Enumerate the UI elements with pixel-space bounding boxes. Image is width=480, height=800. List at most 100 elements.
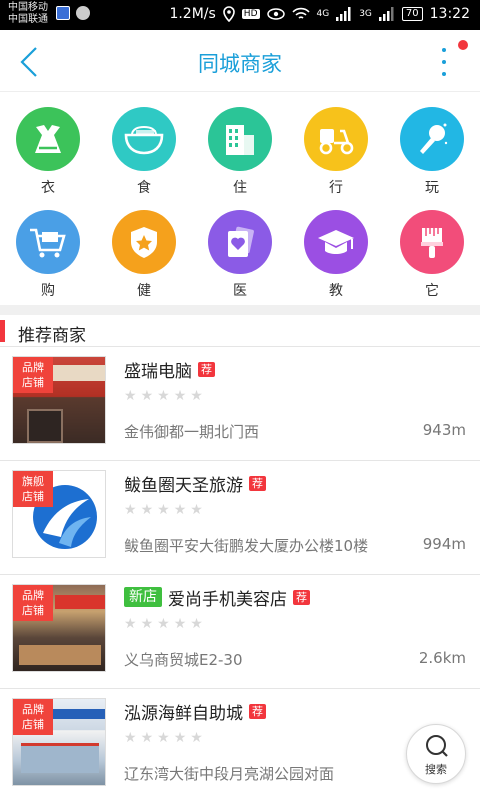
network-4g-label: 4G: [316, 9, 330, 19]
star-icon: ★: [157, 388, 170, 404]
app-notification-icon: [56, 6, 70, 20]
network-3g-label: 3G: [359, 9, 372, 19]
star-icon: ★: [190, 616, 203, 632]
category-travel[interactable]: 行: [288, 93, 384, 196]
star-icon: ★: [140, 502, 154, 518]
star-icon: ★: [190, 502, 203, 518]
new-store-badge: 新店: [124, 587, 162, 607]
category-food[interactable]: 食: [96, 93, 192, 196]
category-label: 教: [329, 283, 343, 299]
category-clothing[interactable]: 衣: [0, 93, 96, 196]
merchant-address: 辽东湾大街中段月亮湖公园对面: [124, 765, 335, 783]
card-heart-icon: [208, 210, 272, 274]
merchant-thumbnail: 品牌 店铺: [12, 356, 106, 444]
storefront-sign: [53, 709, 105, 719]
rating-stars: ★ ★ ★ ★ ★: [124, 503, 203, 517]
status-bar: 中国移动 中国联通 1.2M/s HD 4G 3G 70 13:22: [0, 0, 480, 30]
star-icon: ★: [173, 616, 187, 632]
merchant-item[interactable]: 品牌 店铺 新店 爱尚手机美容店 荐 ★ ★ ★ ★ ★ 义乌商贸城E2-30 …: [0, 574, 480, 688]
merchant-thumbnail: 品牌 店铺: [12, 698, 106, 786]
category-label: 住: [233, 180, 247, 196]
hd-icon: HD: [241, 9, 260, 19]
merchant-name: 盛瑞电脑: [124, 361, 192, 382]
category-health[interactable]: 健: [96, 196, 192, 299]
category-label: 衣: [41, 180, 55, 196]
section-header: 推荐商家: [0, 315, 480, 347]
merchant-item[interactable]: 品牌 店铺 盛瑞电脑 荐 ★ ★ ★ ★ ★ 金伟御都一期北门西 943m: [0, 346, 480, 460]
star-icon: ★: [173, 388, 187, 404]
notification-dot: [458, 40, 468, 50]
storefront-window: [21, 743, 99, 773]
star-icon: ★: [140, 388, 154, 404]
category-medical[interactable]: 医: [192, 196, 288, 299]
graduation-cap-icon: [304, 210, 368, 274]
cart-icon: [16, 210, 80, 274]
signal-icon: [336, 7, 351, 21]
carrier-2: 中国联通: [8, 14, 48, 25]
battery-indicator: 70: [401, 7, 423, 21]
merchant-address: 鲅鱼圈平安大街鹏发大厦办公楼10楼: [124, 537, 369, 555]
page-title: 同城商家: [198, 52, 282, 76]
more-menu-button[interactable]: [430, 40, 468, 82]
section-title: 推荐商家: [18, 326, 86, 346]
category-label: 购: [41, 283, 55, 299]
location-icon: [222, 6, 235, 22]
category-other[interactable]: 它: [384, 196, 480, 299]
star-icon: ★: [140, 730, 154, 746]
storefront-sign: [53, 365, 105, 381]
title-bar: 同城商家: [0, 30, 480, 92]
notification-icons: [56, 6, 90, 20]
status-right: 1.2M/s HD 4G 3G 70 13:22: [169, 6, 470, 22]
recommend-badge: 荐: [249, 703, 266, 719]
star-icon: ★: [173, 502, 187, 518]
merchant-thumbnail: 品牌 店铺: [12, 584, 106, 672]
carrier-1: 中国移动: [8, 2, 48, 13]
star-icon: ★: [190, 730, 203, 746]
merchant-name: 泓源海鲜自助城: [124, 703, 243, 724]
recommend-badge: 荐: [249, 475, 266, 491]
category-entertainment[interactable]: 玩: [384, 93, 480, 196]
category-education[interactable]: 教: [288, 196, 384, 299]
star-icon: ★: [157, 502, 170, 518]
star-icon: ★: [173, 730, 187, 746]
merchant-name: 鲅鱼圈天圣旅游: [124, 475, 243, 496]
star-icon: ★: [140, 616, 154, 632]
category-label: 食: [137, 180, 151, 196]
eye-icon: [266, 8, 285, 20]
rating-stars: ★ ★ ★ ★ ★: [124, 617, 203, 631]
category-shopping[interactable]: 购: [0, 196, 96, 299]
star-icon: ★: [124, 730, 137, 746]
wechat-icon: [76, 6, 90, 20]
wifi-icon: [291, 7, 310, 19]
brush-icon: [400, 210, 464, 274]
star-icon: ★: [124, 502, 137, 518]
category-label: 健: [137, 283, 151, 299]
section-accent-bar: [0, 320, 5, 342]
merchant-address: 金伟御都一期北门西: [124, 423, 260, 441]
merchant-address: 义乌商贸城E2-30: [124, 651, 243, 669]
category-label: 玩: [425, 180, 439, 196]
search-label: 搜索: [425, 763, 447, 776]
star-icon: ★: [157, 730, 170, 746]
brand-badge: 品牌 店铺: [13, 585, 53, 621]
category-label: 行: [329, 180, 343, 196]
signal-icon-2: [378, 7, 394, 21]
merchant-distance: 943m: [422, 421, 466, 439]
building-icon: [208, 107, 272, 171]
search-icon: [426, 735, 448, 757]
storefront-door: [27, 409, 63, 443]
category-label: 医: [233, 283, 247, 299]
category-housing[interactable]: 住: [192, 93, 288, 196]
star-icon: ★: [124, 388, 137, 404]
category-label: 它: [425, 283, 439, 299]
merchant-name-row: 盛瑞电脑 荐: [124, 357, 215, 382]
merchant-item[interactable]: 旗舰 店铺 鲅鱼圈天圣旅游 荐 ★ ★ ★ ★ ★ 鲅鱼圈平安大街鹏发大厦办公楼…: [0, 460, 480, 574]
shield-star-icon: [112, 210, 176, 274]
carrier-info: 中国移动 中国联通: [8, 2, 48, 26]
search-fab-button[interactable]: 搜索: [406, 724, 466, 784]
merchant-distance: 2.6km: [418, 649, 466, 667]
recommend-badge: 荐: [198, 361, 215, 377]
network-speed: 1.2M/s: [169, 6, 216, 22]
brand-badge: 品牌 店铺: [13, 357, 53, 393]
merchant-thumbnail: 旗舰 店铺: [12, 470, 106, 558]
